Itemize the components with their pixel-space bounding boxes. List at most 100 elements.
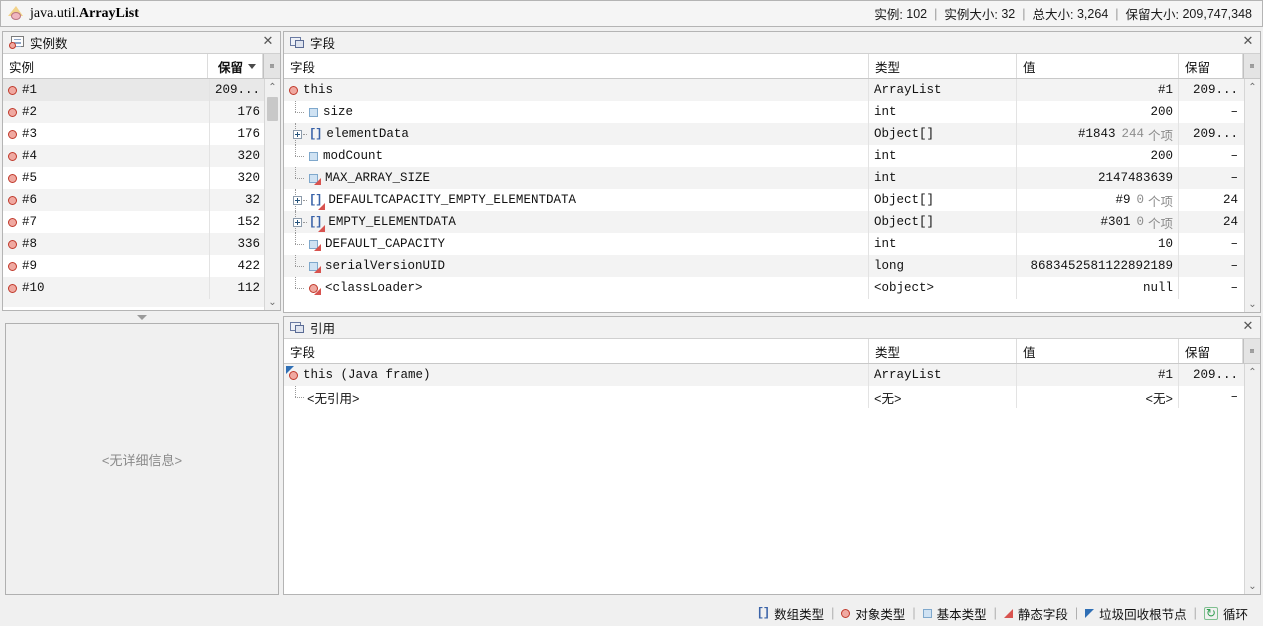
table-row-partial[interactable] <box>3 299 280 307</box>
table-row[interactable]: <classLoader> <object> null – <box>284 277 1260 299</box>
stat-separator: | <box>1115 6 1119 21</box>
column-header-value[interactable]: 值 <box>1017 339 1179 363</box>
object-type-icon <box>289 85 298 95</box>
retained-cell: – <box>1230 259 1238 273</box>
references-table-body[interactable]: this (Java frame) ArrayList #1 209... <无引用> <… <box>284 364 1260 594</box>
field-label: elementData <box>326 127 409 141</box>
references-vertical-scrollbar[interactable]: ⌃ ⌄ <box>1244 364 1260 594</box>
gc-root-icon <box>286 365 294 374</box>
type-cell: int <box>869 101 1017 123</box>
table-row[interactable]: #2 176 <box>3 101 280 123</box>
instances-panel: 实例数 ✕ 实例 保留 #1 209... #2 176 #3 176 #4 320 <box>2 31 281 311</box>
plus-box-icon[interactable] <box>292 217 302 227</box>
table-row[interactable]: #5 320 <box>3 167 280 189</box>
column-header-retained[interactable]: 保留 <box>208 54 263 78</box>
value-cell: null <box>1017 277 1179 299</box>
table-row[interactable]: <无引用> <无> <无> – <box>284 386 1260 408</box>
instances-vertical-scrollbar[interactable]: ⌃ ⌄ <box>264 79 280 310</box>
table-row[interactable]: #6 32 <box>3 189 280 211</box>
expand-icon[interactable] <box>289 211 307 233</box>
table-row[interactable]: MAX_ARRAY_SIZE int 2147483639 – <box>284 167 1260 189</box>
column-header-instance-label: 实例 <box>9 60 35 75</box>
instance-detail-pane: <无详细信息> <box>5 323 279 595</box>
fields-table-body[interactable]: this ArrayList #1 209... size int 200 – [] elemen… <box>284 79 1260 312</box>
type-cell: Object[] <box>869 189 1017 211</box>
column-header-value[interactable]: 值 <box>1017 54 1179 78</box>
table-row[interactable]: this ArrayList #1 209... <box>284 79 1260 101</box>
scrollbar-thumb[interactable] <box>267 97 278 121</box>
instance-label: #6 <box>22 193 38 207</box>
scroll-down-icon[interactable]: ⌄ <box>1245 296 1261 312</box>
type-cell: int <box>869 233 1017 255</box>
column-header-instance[interactable]: 实例 <box>3 54 209 78</box>
expand-icon[interactable] <box>289 189 307 211</box>
static-field-icon <box>314 243 321 251</box>
field-cell: MAX_ARRAY_SIZE <box>284 167 869 189</box>
fields-vertical-scrollbar[interactable]: ⌃ ⌄ <box>1244 79 1260 312</box>
legend-item: [] 数组类型 <box>750 604 831 623</box>
table-row[interactable]: size int 200 – <box>284 101 1260 123</box>
retained-cell: 320 <box>237 149 260 163</box>
table-row[interactable]: #7 152 <box>3 211 280 233</box>
item-count: 244 <box>1121 127 1144 141</box>
item-count-label: 个项 <box>1147 129 1173 144</box>
instances-detail-splitter[interactable] <box>2 311 281 323</box>
column-header-type[interactable]: 类型 <box>869 339 1017 363</box>
table-row[interactable]: this (Java frame) ArrayList #1 209... <box>284 364 1260 386</box>
column-chooser-icon[interactable] <box>263 54 280 78</box>
column-header-value-label: 值 <box>1023 60 1036 75</box>
tree-guide <box>289 277 305 299</box>
plus-box-icon[interactable] <box>292 195 302 205</box>
value-text: null <box>1142 281 1173 295</box>
column-chooser-icon[interactable] <box>1243 339 1260 363</box>
table-row[interactable]: #3 176 <box>3 123 280 145</box>
retained-cell: 152 <box>237 215 260 229</box>
expand-icon[interactable] <box>289 123 307 145</box>
scroll-up-icon[interactable]: ⌃ <box>1245 79 1261 95</box>
table-row[interactable]: [] elementData Object[] #1843 244 个项 209... <box>284 123 1260 145</box>
close-icon[interactable]: ✕ <box>260 34 276 51</box>
scroll-up-icon[interactable]: ⌃ <box>265 79 281 95</box>
retained-cell: 32 <box>244 193 260 207</box>
column-header-retained[interactable]: 保留 <box>1179 54 1243 78</box>
value-cell: #1843 244 个项 <box>1017 123 1179 145</box>
close-icon[interactable]: ✕ <box>1240 34 1256 51</box>
object-type-icon <box>8 261 17 271</box>
scroll-up-icon[interactable]: ⌃ <box>1245 364 1261 380</box>
column-header-type[interactable]: 类型 <box>869 54 1017 78</box>
column-header-field[interactable]: 字段 <box>284 54 869 78</box>
instances-table-body[interactable]: #1 209... #2 176 #3 176 #4 320 #5 320 #6 32 #7 152 #8 3… <box>3 79 280 310</box>
scroll-down-icon[interactable]: ⌄ <box>265 294 281 310</box>
sort-descending-icon <box>248 63 256 69</box>
legend-item: 对象类型 <box>834 604 912 623</box>
primitive-type-icon <box>309 173 321 185</box>
object-type-icon <box>8 173 17 183</box>
table-row[interactable]: #9 422 <box>3 255 280 277</box>
table-row[interactable]: serialVersionUID long 8683452581122892189 – <box>284 255 1260 277</box>
table-row[interactable]: #4 320 <box>3 145 280 167</box>
instance-label: #4 <box>22 149 38 163</box>
close-icon[interactable]: ✕ <box>1240 319 1256 336</box>
column-header-retained[interactable]: 保留 <box>1179 339 1243 363</box>
value-cell: #1 <box>1017 364 1179 386</box>
column-header-field[interactable]: 字段 <box>284 339 869 363</box>
table-row[interactable]: #8 336 <box>3 233 280 255</box>
table-row[interactable]: DEFAULT_CAPACITY int 10 – <box>284 233 1260 255</box>
stat-total-size-label: 总大小: <box>1032 8 1074 22</box>
retained-cell: 320 <box>237 171 260 185</box>
retained-cell: – <box>1230 171 1238 185</box>
object-type-icon <box>8 217 17 227</box>
table-row[interactable]: #1 209... <box>3 79 280 101</box>
table-row[interactable]: [] DEFAULTCAPACITY_EMPTY_ELEMENTDATA Objec… <box>284 189 1260 211</box>
column-chooser-icon[interactable] <box>1243 54 1260 78</box>
scroll-down-icon[interactable]: ⌄ <box>1245 578 1261 594</box>
type-cell: long <box>869 255 1017 277</box>
table-row[interactable]: [] EMPTY_ELEMENTDATA Object[] #301 0 个项 24 <box>284 211 1260 233</box>
plus-box-icon[interactable] <box>292 129 302 139</box>
table-row[interactable]: modCount int 200 – <box>284 145 1260 167</box>
fields-panel: 字段 ✕ 字段 类型 值 保留 this ArrayList #1 209...… <box>283 31 1261 313</box>
retained-cell: 176 <box>237 105 260 119</box>
instance-label: #1 <box>22 83 38 97</box>
field-label: DEFAULT_CAPACITY <box>325 237 446 251</box>
table-row[interactable]: #10 112 <box>3 277 280 299</box>
